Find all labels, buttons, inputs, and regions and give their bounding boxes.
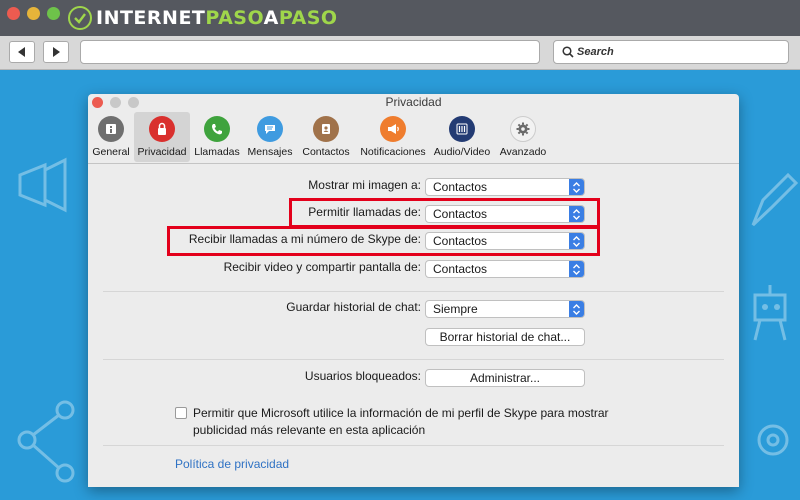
blocked-users-label: Usuarios bloqueados:	[304, 369, 421, 383]
chevron-updown-icon	[569, 261, 584, 277]
logo-icon	[68, 6, 92, 30]
forward-button[interactable]	[43, 41, 69, 63]
maximize-window-button[interactable]	[47, 7, 60, 20]
receive-video-select[interactable]: Contactos	[425, 260, 585, 278]
mixer-icon	[449, 116, 475, 142]
search-icon	[562, 46, 574, 58]
tab-llamadas-label: Llamadas	[194, 146, 240, 158]
receive-video-value: Contactos	[433, 262, 488, 276]
save-history-label: Guardar historial de chat:	[286, 300, 421, 314]
chat-icon	[257, 116, 283, 142]
tab-audio-video[interactable]: Audio/Video	[431, 112, 493, 162]
divider	[103, 291, 724, 292]
tab-contactos-label: Contactos	[302, 146, 350, 158]
save-history-value: Siempre	[433, 302, 478, 316]
save-history-select[interactable]: Siempre	[425, 300, 585, 318]
tab-privacidad[interactable]: Privacidad	[134, 112, 190, 162]
tab-avanzado-label: Avanzado	[499, 146, 547, 158]
close-window-button[interactable]	[7, 7, 20, 20]
logo-text: INTERNETPASOAPASO	[96, 7, 338, 29]
ads-consent-text: Permitir que Microsoft utilice la inform…	[193, 406, 609, 437]
preferences-tab-bar: General Privacidad Llamadas Mensajes Con…	[88, 110, 739, 164]
gear-decoration-icon	[757, 424, 789, 456]
window-title-bar: Privacidad	[88, 94, 739, 110]
arrow-right-icon	[53, 47, 60, 57]
chevron-updown-icon	[569, 179, 584, 195]
privacy-settings-panel: Mostrar mi imagen a: Contactos Permitir …	[88, 164, 739, 487]
browser-toolbar: Search	[0, 36, 800, 70]
window-title: Privacidad	[385, 95, 442, 109]
tab-mensajes-label: Mensajes	[247, 146, 293, 158]
show-image-value: Contactos	[433, 180, 488, 194]
share-decoration-icon	[17, 400, 75, 483]
contacts-icon	[313, 116, 339, 142]
phone-icon	[204, 116, 230, 142]
divider	[103, 445, 724, 446]
tab-llamadas[interactable]: Llamadas	[192, 112, 242, 162]
tab-privacidad-label: Privacidad	[137, 146, 187, 158]
privacy-policy-link[interactable]: Política de privacidad	[175, 457, 289, 471]
manage-blocked-button[interactable]: Administrar...	[425, 369, 585, 387]
minimize-window-button[interactable]	[27, 7, 40, 20]
highlight-box-receive-calls	[167, 226, 600, 256]
lock-icon	[149, 116, 175, 142]
gear-icon	[510, 116, 536, 142]
tab-notificaciones-label: Notificaciones	[360, 146, 426, 158]
tab-contactos[interactable]: Contactos	[298, 112, 354, 162]
search-placeholder: Search	[577, 46, 614, 58]
robot-decoration-icon	[753, 285, 787, 341]
tab-mensajes[interactable]: Mensajes	[245, 112, 295, 162]
window-zoom-button[interactable]	[128, 97, 139, 108]
tab-general-label: General	[92, 146, 130, 158]
megaphone-icon	[380, 116, 406, 142]
tab-general[interactable]: General	[91, 112, 131, 162]
arrow-left-icon	[18, 47, 25, 57]
ads-consent-checkbox[interactable]	[175, 407, 187, 419]
back-button[interactable]	[9, 41, 35, 63]
highlight-box-allow-calls	[289, 198, 600, 228]
address-bar[interactable]	[80, 40, 540, 64]
preferences-window: Privacidad General Privacidad Llamadas M…	[88, 94, 739, 487]
tab-audio-video-label: Audio/Video	[433, 146, 491, 158]
window-minimize-button[interactable]	[110, 97, 121, 108]
show-image-select[interactable]: Contactos	[425, 178, 585, 196]
search-input[interactable]: Search	[553, 40, 789, 64]
divider	[103, 359, 724, 360]
chevron-updown-icon	[569, 301, 584, 317]
pencil-decoration-icon	[751, 172, 798, 227]
info-icon	[98, 116, 124, 142]
megaphone-decoration-icon	[18, 157, 67, 213]
clear-history-button[interactable]: Borrar historial de chat...	[425, 328, 585, 346]
show-image-label: Mostrar mi imagen a:	[308, 178, 421, 192]
window-close-button[interactable]	[92, 97, 103, 108]
tab-avanzado[interactable]: Avanzado	[497, 112, 549, 162]
tab-notificaciones[interactable]: Notificaciones	[356, 112, 430, 162]
browser-title-bar: INTERNETPASOAPASO	[0, 0, 800, 36]
receive-video-label: Recibir video y compartir pantalla de:	[223, 260, 421, 274]
site-logo: INTERNETPASOAPASO	[68, 5, 338, 31]
